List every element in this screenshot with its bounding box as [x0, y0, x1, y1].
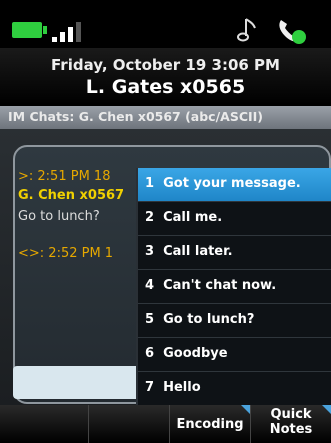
quick-notes-menu: 1 Got your message. 2 Call me. 3 Call la… [136, 168, 331, 405]
signal-icon [52, 20, 92, 42]
date-time: Friday, October 19 3:06 PM [51, 56, 280, 74]
quick-notes-label: Notes [269, 422, 313, 437]
quick-note-item[interactable]: 1 Got your message. [138, 168, 331, 202]
quick-note-number: 6 [145, 346, 155, 361]
battery-icon [12, 22, 47, 38]
quick-note-label: Goodbye [163, 346, 228, 361]
encoding-softkey[interactable]: Encoding [170, 405, 251, 443]
quick-note-label: Can't chat now. [163, 278, 277, 293]
chat-message: Go to lunch? [18, 209, 100, 224]
chat-timestamp: <>: 2:52 PM 1 [18, 246, 114, 261]
quick-note-item[interactable]: 2 Call me. [138, 202, 331, 236]
quick-notes-softkey[interactable]: Quick Notes [251, 405, 331, 443]
quick-note-label: Call later. [163, 244, 233, 259]
quick-note-number: 7 [145, 380, 155, 395]
quick-note-item[interactable]: 4 Can't chat now. [138, 270, 331, 304]
music-note-icon [237, 18, 256, 42]
im-chats-bar: IM Chats: G. Chen x0567 (abc/ASCII) [0, 106, 331, 129]
quick-note-number: 4 [145, 278, 155, 293]
encoding-label: Encoding [176, 417, 244, 432]
quick-notes-label: Quick [270, 407, 312, 422]
user-extension: L. Gates x0565 [85, 76, 246, 98]
quick-note-label: Go to lunch? [163, 312, 255, 327]
quick-note-item[interactable]: 5 Go to lunch? [138, 304, 331, 338]
quick-note-number: 2 [145, 210, 155, 225]
status-bar [0, 0, 331, 48]
header: Friday, October 19 3:06 PM L. Gates x056… [0, 48, 331, 105]
quick-note-label: Got your message. [163, 176, 301, 191]
chat-sender: G. Chen x0567 [18, 188, 125, 203]
phone-icon [279, 20, 306, 44]
quick-note-item[interactable]: 6 Goodbye [138, 338, 331, 372]
softkey-empty[interactable] [0, 405, 89, 443]
chat-timestamp: >: 2:51 PM 18 [18, 169, 111, 184]
quick-note-number: 5 [145, 312, 155, 327]
corner-indicator [241, 405, 250, 414]
compose-input[interactable] [13, 366, 143, 399]
quick-note-number: 3 [145, 244, 155, 259]
softkey-empty[interactable] [89, 405, 170, 443]
corner-indicator [322, 405, 331, 414]
im-chats-title: IM Chats: G. Chen x0567 (abc/ASCII) [8, 109, 264, 124]
quick-note-label: Hello [163, 380, 201, 395]
quick-note-number: 1 [145, 176, 155, 191]
quick-note-label: Call me. [163, 210, 223, 225]
quick-note-item[interactable]: 7 Hello [138, 372, 331, 405]
softkey-bar: Encoding Quick Notes [0, 405, 331, 443]
quick-note-item[interactable]: 3 Call later. [138, 236, 331, 270]
